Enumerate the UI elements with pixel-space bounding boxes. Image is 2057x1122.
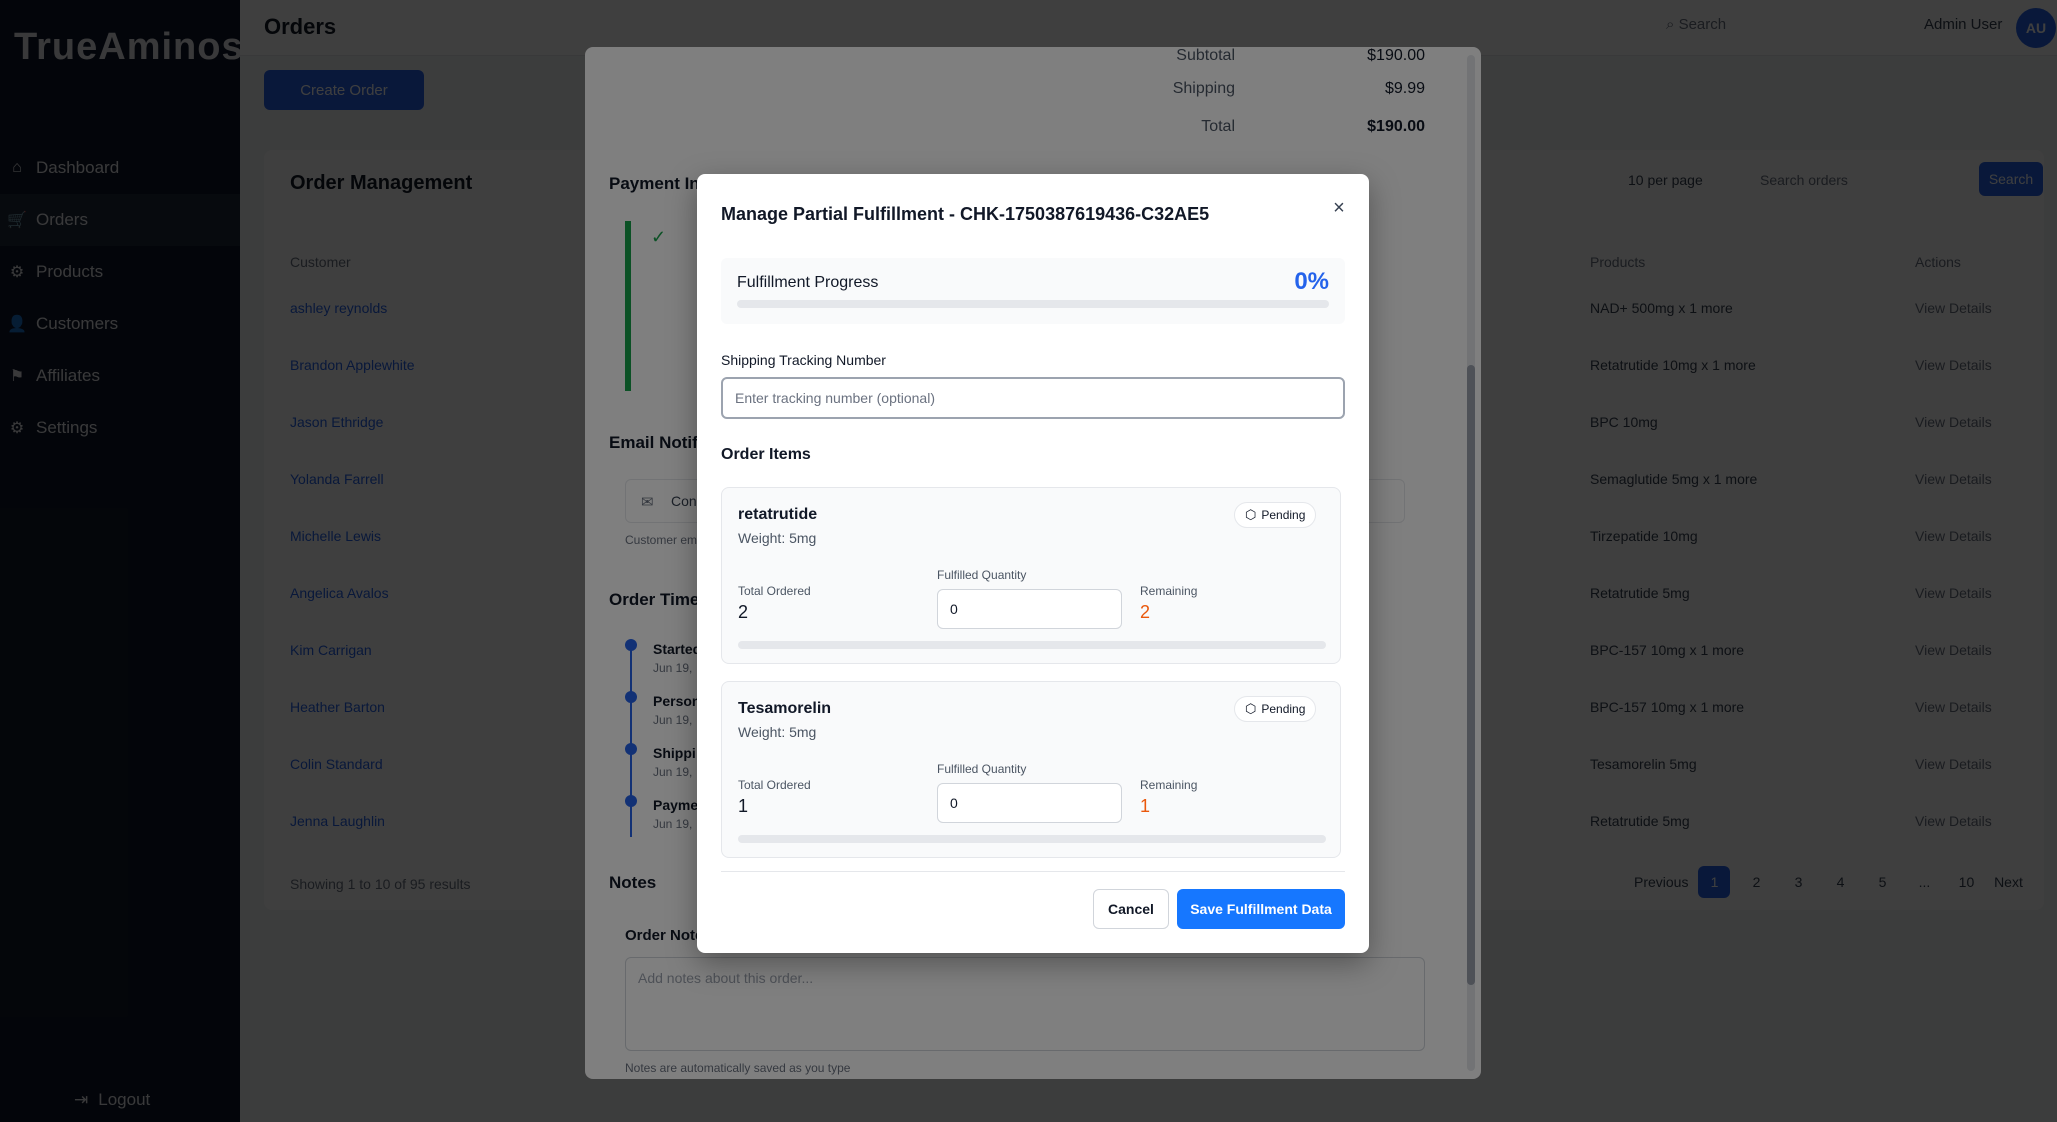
order-items-heading: Order Items <box>721 446 811 463</box>
remaining-label: Remaining <box>1140 778 1198 792</box>
total-ordered-value: 2 <box>738 602 749 622</box>
item-weight: Weight: 5mg <box>738 530 817 546</box>
total-ordered-label: Total Ordered <box>738 778 811 792</box>
status-badge: ⬡ Pending <box>1234 502 1317 528</box>
package-icon: ⬡ <box>1245 701 1257 716</box>
fulfillment-progress-card: Fulfillment Progress 0% <box>721 258 1345 324</box>
status-text: Pending <box>1261 508 1306 522</box>
modal-title: Manage Partial Fulfillment - CHK-1750387… <box>721 204 1210 224</box>
status-text: Pending <box>1261 702 1306 716</box>
tracking-label: Shipping Tracking Number <box>721 352 886 368</box>
total-ordered-value: 1 <box>738 796 749 816</box>
close-icon[interactable]: × <box>1327 196 1351 220</box>
tracking-number-input[interactable] <box>721 377 1345 419</box>
remaining-value: 1 <box>1140 796 1151 816</box>
fulfilled-quantity-label: Fulfilled Quantity <box>937 568 1027 582</box>
item-progress-bar <box>738 641 1326 649</box>
footer-divider <box>721 871 1345 872</box>
progress-label: Fulfillment Progress <box>737 274 879 291</box>
package-icon: ⬡ <box>1245 507 1257 522</box>
fulfillment-modal: Manage Partial Fulfillment - CHK-1750387… <box>697 174 1369 953</box>
item-name: retatrutide <box>738 506 818 523</box>
fulfilled-quantity-input[interactable] <box>937 589 1122 629</box>
fulfilled-quantity-label: Fulfilled Quantity <box>937 762 1027 776</box>
progress-percent: 0% <box>1294 268 1329 295</box>
cancel-button[interactable]: Cancel <box>1093 889 1169 929</box>
item-progress-bar <box>738 835 1326 843</box>
order-item-card: retatrutide Weight: 5mg ⬡ Pending Total O… <box>721 487 1341 664</box>
total-ordered-label: Total Ordered <box>738 584 811 598</box>
item-name: Tesamorelin <box>738 700 832 717</box>
status-badge: ⬡ Pending <box>1234 696 1317 722</box>
remaining-label: Remaining <box>1140 584 1198 598</box>
save-fulfillment-button[interactable]: Save Fulfillment Data <box>1177 889 1345 929</box>
progress-bar <box>737 300 1329 308</box>
fulfilled-quantity-input[interactable] <box>937 783 1122 823</box>
remaining-value: 2 <box>1140 602 1151 622</box>
order-item-card: Tesamorelin Weight: 5mg ⬡ Pending Total O… <box>721 681 1341 858</box>
item-weight: Weight: 5mg <box>738 724 817 740</box>
